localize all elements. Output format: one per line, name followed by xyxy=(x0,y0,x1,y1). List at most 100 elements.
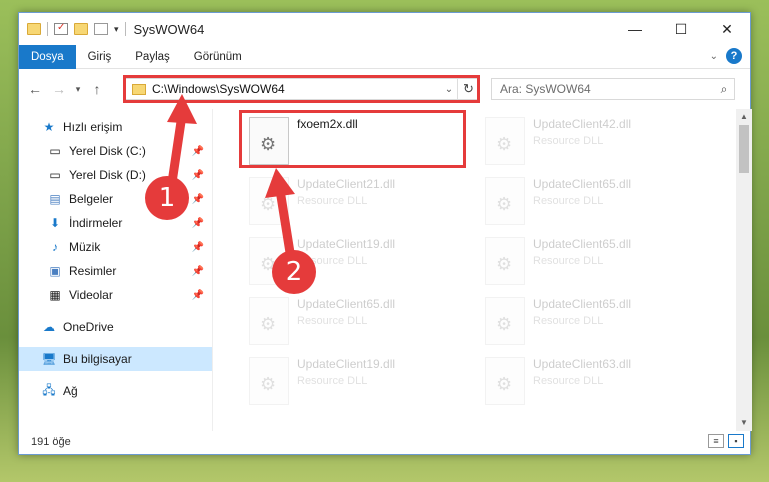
view-switcher: ≡ ▪ xyxy=(708,434,744,448)
file-highlight-box xyxy=(239,110,466,168)
file-item[interactable]: UpdateClient65.dll Resource DLL xyxy=(479,293,699,349)
title-bar: ▾ SysWOW64 — ☐ ✕ xyxy=(19,13,750,45)
sidebar-item-label: Bu bilgisayar xyxy=(63,352,132,366)
tab-home[interactable]: Giriş xyxy=(76,45,124,69)
window-controls: — ☐ ✕ xyxy=(612,13,750,45)
large-icons-view-icon[interactable]: ▪ xyxy=(728,434,744,448)
expand-ribbon-icon[interactable]: ⌄ xyxy=(710,51,718,62)
file-name: UpdateClient21.dll xyxy=(297,177,396,191)
sidebar-item-disk-c[interactable]: ▭ Yerel Disk (C:) 📌 xyxy=(19,139,212,163)
pin-icon: 📌 xyxy=(191,217,204,229)
help-icon[interactable]: ? xyxy=(726,48,742,64)
navigation-pane: ★ Hızlı erişim ▭ Yerel Disk (C:) 📌 ▭ Yer… xyxy=(19,109,213,431)
file-item[interactable]: UpdateClient65.dll Resource DLL xyxy=(243,293,463,349)
minimize-button[interactable]: — xyxy=(612,13,658,45)
tab-view[interactable]: Görünüm xyxy=(182,45,254,69)
properties-icon[interactable] xyxy=(54,22,68,35)
sidebar-item-quick-access[interactable]: ★ Hızlı erişim xyxy=(19,115,212,139)
customize-icon[interactable] xyxy=(94,23,108,35)
pin-icon: 📌 xyxy=(191,265,204,277)
vertical-scrollbar[interactable]: ▲ ▼ xyxy=(736,109,752,431)
file-type: Resource DLL xyxy=(533,375,604,387)
folder-icon xyxy=(27,23,41,35)
search-input[interactable]: Ara: SysWOW64 ⌕ xyxy=(491,78,735,100)
step-badge-1: 1 xyxy=(145,176,189,220)
download-icon: ⬇ xyxy=(49,216,61,230)
sidebar-item-this-pc[interactable]: 🖥 Bu bilgisayar xyxy=(19,347,212,371)
pin-icon: 📌 xyxy=(191,193,204,205)
sidebar-item-pictures[interactable]: ▣ Resimler 📌 xyxy=(19,259,212,283)
main-content: ★ Hızlı erişim ▭ Yerel Disk (C:) 📌 ▭ Yer… xyxy=(19,109,752,431)
ribbon-right: ⌄ ? xyxy=(710,48,742,64)
file-name: UpdateClient19.dll xyxy=(297,357,396,371)
ribbon-tabs: Dosya Giriş Paylaş Görünüm ⌄ ? xyxy=(19,44,750,69)
sidebar-item-label: Belgeler xyxy=(69,192,114,206)
details-view-icon[interactable]: ≡ xyxy=(708,434,724,448)
file-name: UpdateClient19.dll xyxy=(297,237,396,251)
file-name: UpdateClient65.dll xyxy=(297,297,396,311)
pin-icon: 📌 xyxy=(191,289,204,301)
file-item[interactable]: UpdateClient65.dll Resource DLL xyxy=(479,173,699,229)
divider xyxy=(124,22,126,36)
videos-icon: ▦ xyxy=(49,288,61,302)
close-button[interactable]: ✕ xyxy=(704,13,750,45)
sidebar-item-label: Ağ xyxy=(63,384,78,398)
search-icon[interactable]: ⌕ xyxy=(714,82,734,97)
file-name: UpdateClient42.dll xyxy=(533,117,632,131)
quick-access-toolbar: ▾ xyxy=(27,22,126,36)
sidebar-item-label: Yerel Disk (C:) xyxy=(69,144,146,158)
sidebar-item-label: Hızlı erişim xyxy=(63,120,123,134)
file-type: Resource DLL xyxy=(533,195,604,207)
file-type: Resource DLL xyxy=(297,315,368,327)
chevron-down-icon[interactable]: ▾ xyxy=(114,24,119,35)
status-bar: 191 öğe ≡ ▪ xyxy=(19,429,752,454)
sidebar-item-onedrive[interactable]: ☁ OneDrive xyxy=(19,315,212,339)
file-item[interactable]: UpdateClient42.dll Resource DLL xyxy=(479,113,699,169)
scroll-thumb[interactable] xyxy=(739,125,749,173)
tab-share[interactable]: Paylaş xyxy=(123,45,182,69)
dll-file-icon xyxy=(485,117,525,165)
dll-file-icon xyxy=(485,177,525,225)
window-title: SysWOW64 xyxy=(133,21,205,37)
sidebar-item-network[interactable]: 🖧 Ağ xyxy=(19,379,212,403)
sidebar-item-downloads[interactable]: ⬇ İndirmeler 📌 xyxy=(19,211,212,235)
computer-icon: 🖥 xyxy=(41,352,57,366)
dll-file-icon xyxy=(249,177,289,225)
new-folder-icon[interactable] xyxy=(74,23,88,35)
recent-locations-icon[interactable]: ▾ xyxy=(71,84,85,95)
file-item[interactable]: UpdateClient21.dll Resource DLL xyxy=(243,173,463,229)
divider xyxy=(47,22,48,36)
maximize-button[interactable]: ☐ xyxy=(658,13,704,45)
file-explorer-window: ▾ SysWOW64 — ☐ ✕ Dosya Giriş Paylaş Görü… xyxy=(18,12,752,455)
forward-arrow-icon[interactable]: → xyxy=(47,81,71,97)
drive-icon: ▭ xyxy=(49,168,61,182)
file-name: UpdateClient63.dll xyxy=(533,357,632,371)
step-badge-2: 2 xyxy=(272,250,316,294)
up-arrow-icon[interactable]: ↑ xyxy=(85,81,109,97)
dll-file-icon xyxy=(485,297,525,345)
sidebar-item-label: OneDrive xyxy=(63,320,114,334)
address-row: ← → ▾ ↑ C:\Windows\SysWOW64 ⌄ ↻ Ara: Sys… xyxy=(19,69,750,109)
sidebar-item-label: Resimler xyxy=(69,264,117,278)
file-type: Resource DLL xyxy=(297,375,368,387)
file-type: Resource DLL xyxy=(297,195,368,207)
sidebar-item-music[interactable]: ♪ Müzik 📌 xyxy=(19,235,212,259)
file-item[interactable]: UpdateClient65.dll Resource DLL xyxy=(479,233,699,289)
cloud-icon: ☁ xyxy=(43,320,55,334)
file-type: Resource DLL xyxy=(533,315,604,327)
star-icon: ★ xyxy=(43,120,55,134)
tab-file[interactable]: Dosya xyxy=(19,44,76,69)
dll-file-icon xyxy=(249,357,289,405)
pin-icon: 📌 xyxy=(191,169,204,181)
file-item[interactable]: UpdateClient63.dll Resource DLL xyxy=(479,353,699,409)
music-icon: ♪ xyxy=(52,240,58,254)
sidebar-item-label: Yerel Disk (D:) xyxy=(69,168,146,182)
scroll-up-icon[interactable]: ▲ xyxy=(736,109,752,125)
file-name: UpdateClient65.dll xyxy=(533,237,632,251)
back-arrow-icon[interactable]: ← xyxy=(23,81,47,97)
sidebar-item-label: İndirmeler xyxy=(69,216,123,230)
file-item[interactable]: UpdateClient19.dll Resource DLL xyxy=(243,353,463,409)
sidebar-item-videos[interactable]: ▦ Videolar 📌 xyxy=(19,283,212,307)
